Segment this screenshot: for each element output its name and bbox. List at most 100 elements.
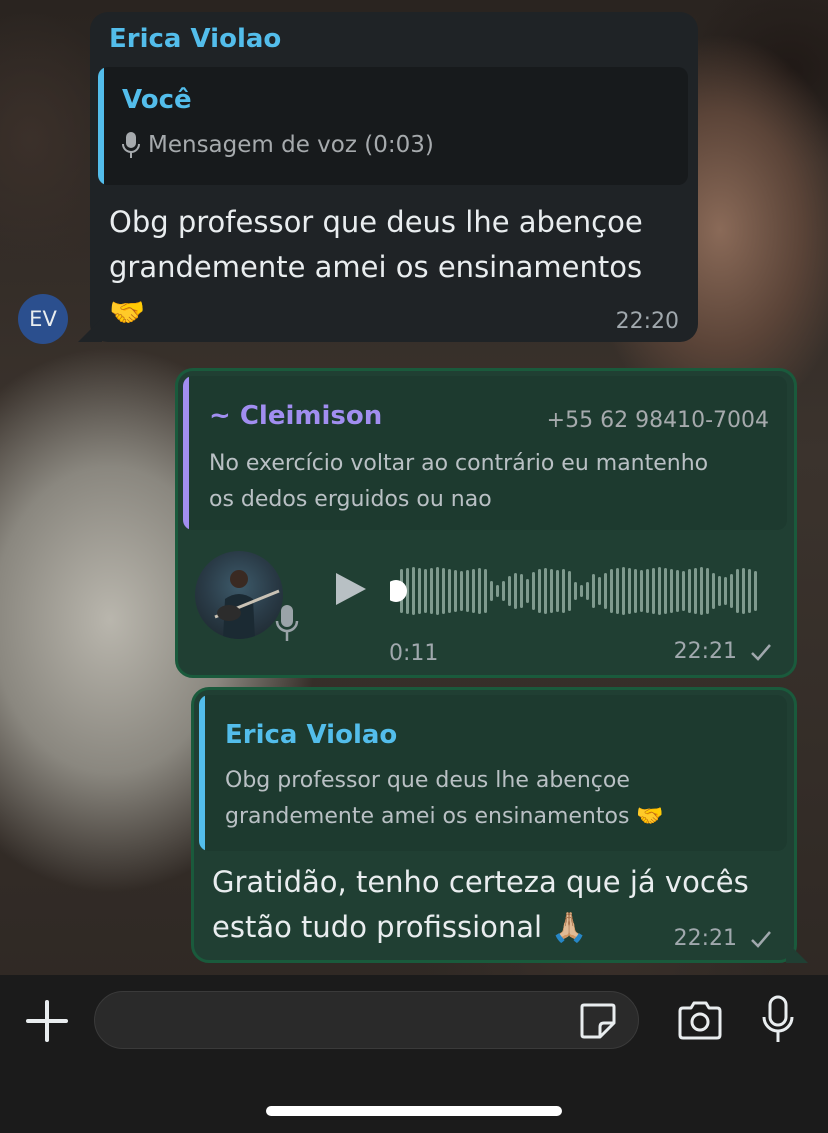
waveform-bar — [508, 576, 511, 606]
waveform-bar — [670, 569, 673, 613]
handshake-emoji: 🤝 — [109, 295, 146, 329]
incoming-message-bubble[interactable]: Erica Violao Você Mensagem de voz (0:03)… — [78, 12, 698, 342]
voice-waveform[interactable] — [390, 563, 770, 619]
waveform-bar — [574, 582, 577, 600]
waveform-bar — [496, 585, 499, 597]
waveform-bar — [622, 567, 625, 615]
waveform-bar — [442, 568, 445, 614]
waveform-bar — [592, 574, 595, 608]
waveform-bar — [424, 569, 427, 613]
quoted-author: ~ Cleimison — [209, 401, 383, 431]
waveform-bar — [484, 569, 487, 613]
waveform-bar — [526, 579, 529, 603]
outgoing-voice-message-bubble[interactable]: ~ Cleimison +55 62 98410-7004 No exercíc… — [175, 368, 797, 678]
waveform-bar — [544, 568, 547, 614]
message-line: Obg professor que deus lhe abençoe — [109, 205, 643, 239]
quoted-message[interactable]: ~ Cleimison +55 62 98410-7004 No exercíc… — [183, 376, 787, 530]
waveform-bar — [514, 573, 517, 609]
waveform-bar — [478, 568, 481, 614]
outgoing-text-message-bubble[interactable]: Erica Violao Obg professor que deus lhe … — [191, 687, 808, 963]
quoted-line: grandemente amei os ensinamentos 🤝 — [225, 804, 664, 829]
quoted-text: Mensagem de voz (0:03) — [148, 132, 434, 158]
waveform-bar — [610, 569, 613, 613]
sender-name[interactable]: Erica Violao — [109, 24, 281, 54]
waveform-bar — [604, 573, 607, 609]
time-text: 22:21 — [673, 926, 737, 951]
waveform-bar — [694, 568, 697, 614]
plus-icon[interactable] — [26, 1000, 68, 1042]
check-icon — [751, 644, 771, 661]
message-text: Obg professor que deus lhe abençoe grand… — [109, 200, 689, 335]
waveform-bar — [742, 568, 745, 614]
waveform-bar — [418, 568, 421, 614]
waveform-bar — [454, 570, 457, 612]
waveform-bar — [550, 569, 553, 613]
waveform-bar — [706, 568, 709, 614]
mic-icon — [275, 605, 299, 641]
waveform-bar — [466, 570, 469, 612]
quote-bar — [183, 376, 189, 530]
waveform-bar — [556, 570, 559, 612]
quoted-voice-line: Mensagem de voz (0:03) — [120, 131, 434, 159]
quoted-line: No exercício voltar ao contrário eu mant… — [209, 451, 709, 476]
waveform-bar — [700, 567, 703, 615]
camera-icon[interactable] — [676, 999, 724, 1041]
waveform-bar — [682, 571, 685, 611]
quoted-text: No exercício voltar ao contrário eu mant… — [209, 446, 769, 518]
quoted-text: Obg professor que deus lhe abençoe grand… — [225, 763, 785, 835]
quote-bar — [98, 67, 104, 185]
voice-sender-avatar[interactable] — [195, 551, 283, 639]
waveform-bar — [436, 567, 439, 615]
avatar[interactable]: EV — [18, 294, 68, 344]
home-indicator[interactable] — [266, 1106, 562, 1116]
waveform-bar — [712, 573, 715, 609]
quoted-message[interactable]: Erica Violao Obg professor que deus lhe … — [199, 695, 787, 851]
mic-icon — [122, 132, 140, 158]
waveform-bar — [748, 569, 751, 613]
waveform-bar — [676, 570, 679, 612]
waveform-bar — [598, 577, 601, 605]
waveform-bar — [664, 568, 667, 614]
waveform-bar — [646, 569, 649, 613]
waveform-bar — [730, 574, 733, 608]
time-text: 22:21 — [673, 639, 737, 664]
waveform-bar — [538, 569, 541, 613]
waveform-bar — [634, 569, 637, 613]
waveform-bar — [568, 571, 571, 611]
mic-icon[interactable] — [760, 995, 796, 1045]
waveform-bar — [628, 568, 631, 614]
waveform-bar — [658, 567, 661, 615]
message-time: 22:20 — [615, 309, 679, 334]
waveform-bar — [580, 585, 583, 597]
quoted-phone: +55 62 98410-7004 — [546, 408, 769, 433]
message-line: grandemente amei os ensinamentos — [109, 250, 643, 284]
waveform-bar — [472, 569, 475, 613]
sticker-icon[interactable] — [578, 1001, 618, 1041]
waveform-bar — [688, 569, 691, 613]
waveform-bar — [460, 571, 463, 611]
guitarist-photo — [214, 570, 280, 639]
playback-thumb[interactable] — [390, 580, 407, 602]
message-line: Gratidão, tenho certeza que já vocês — [212, 865, 749, 899]
quote-bar — [199, 695, 205, 851]
message-time: 22:21 — [674, 926, 772, 951]
waveform-bar — [586, 582, 589, 600]
quoted-line: os dedos erguidos ou nao — [209, 487, 492, 512]
quoted-author: Você — [122, 85, 192, 115]
waveform-bar — [448, 569, 451, 613]
quoted-author: Erica Violao — [225, 720, 398, 750]
waveform-bar — [532, 572, 535, 610]
waveform-bar — [652, 568, 655, 614]
waveform-bar — [490, 581, 493, 601]
play-icon[interactable] — [332, 571, 368, 607]
waveform-bar — [616, 568, 619, 614]
check-icon — [751, 931, 771, 948]
waveform-bar — [430, 568, 433, 614]
message-time: 22:21 — [674, 639, 772, 664]
waveform-bar — [754, 571, 757, 611]
waveform-bar — [640, 570, 643, 612]
waveform-bar — [736, 569, 739, 613]
message-input[interactable] — [94, 991, 639, 1049]
quoted-message[interactable]: Você Mensagem de voz (0:03) — [98, 67, 688, 185]
waveform-bar — [724, 577, 727, 605]
